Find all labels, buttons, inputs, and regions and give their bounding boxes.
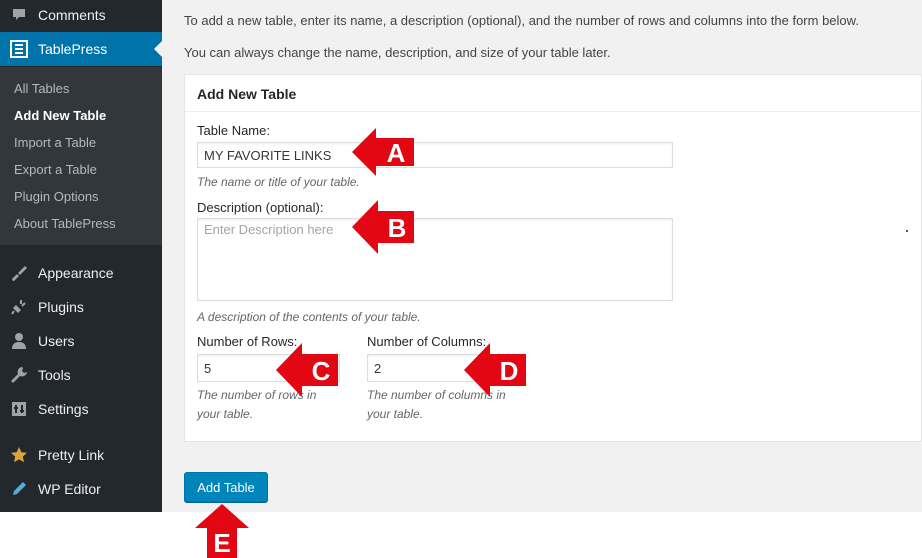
intro-text-line2: You can always change the name, descript… [184,45,611,60]
annotation-arrow-d: D [464,343,526,397]
settings-icon [0,400,38,418]
submenu-about-tablepress[interactable]: About TablePress [14,216,116,231]
menu-item-comments[interactable]: Comments [0,0,162,30]
rows-hint-line2: your table. [197,407,254,421]
menu-item-settings[interactable]: Settings [0,392,162,426]
annotation-letter-c: C [312,356,331,386]
menu-item-label: Settings [38,401,89,417]
plug-icon [0,298,38,316]
annotation-letter-e: E [213,528,230,558]
description-hint: A description of the contents of your ta… [197,310,421,324]
add-table-button[interactable]: Add Table [184,472,268,502]
panel-divider [185,111,921,112]
stray-dot [906,230,908,232]
menu-item-label: Tools [38,367,71,383]
submenu-import-table[interactable]: Import a Table [14,135,96,150]
menu-item-tablepress[interactable]: TablePress [0,32,162,66]
pencil-icon [0,480,38,498]
menu-item-appearance[interactable]: Appearance [0,256,162,290]
menu-item-label: WP Editor [38,481,101,497]
intro-text-line1: To add a new table, enter its name, a de… [184,13,859,28]
submenu-add-new-table[interactable]: Add New Table [14,108,106,123]
menu-item-users[interactable]: Users [0,324,162,358]
menu-item-tools[interactable]: Tools [0,358,162,392]
menu-item-wp-editor[interactable]: WP Editor [0,472,162,506]
star-icon [0,446,38,464]
columns-hint-line2: your table. [367,407,424,421]
table-name-input[interactable] [197,142,673,168]
annotation-arrow-e: E [195,504,249,558]
submenu-all-tables[interactable]: All Tables [14,81,69,96]
wrench-icon [0,366,38,384]
description-textarea[interactable] [197,218,673,301]
comment-icon [0,7,38,23]
annotation-arrow-b: B [352,200,414,254]
menu-item-pretty-link[interactable]: Pretty Link [0,438,162,472]
annotation-letter-b: B [388,213,407,243]
main-content: To add a new table, enter its name, a de… [162,0,922,512]
panel-title: Add New Table [197,86,297,102]
table-name-label: Table Name: [197,123,270,138]
annotation-letter-a: A [387,138,406,168]
description-label: Description (optional): [197,200,324,215]
admin-sidebar: Comments TablePress All Tables Add New T… [0,0,162,512]
submenu-export-table[interactable]: Export a Table [14,162,97,177]
submenu-plugin-options[interactable]: Plugin Options [14,189,99,204]
tablepress-submenu: All Tables Add New Table Import a Table … [0,67,162,245]
annotation-letter-d: D [500,356,519,386]
annotation-arrow-a: A [352,128,414,176]
menu-item-label: Plugins [38,299,84,315]
annotation-arrow-c: C [276,343,338,397]
current-indicator [154,41,162,57]
menu-item-label: Users [38,333,75,349]
paintbrush-icon [0,264,38,282]
table-icon [0,40,38,58]
table-name-hint: The name or title of your table. [197,175,360,189]
menu-item-plugins[interactable]: Plugins [0,290,162,324]
menu-item-label: Pretty Link [38,447,105,463]
user-icon [0,332,38,350]
menu-item-label: Comments [38,7,106,23]
menu-item-label: TablePress [38,41,108,57]
menu-item-label: Appearance [38,265,114,281]
